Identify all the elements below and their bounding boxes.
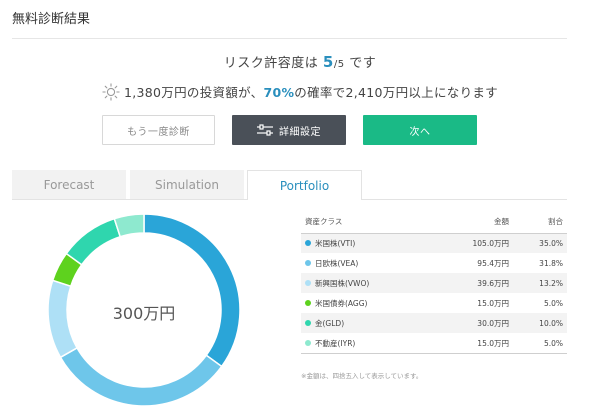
asset-ratio: 5.0% <box>543 338 563 348</box>
asset-ratio: 10.0% <box>513 313 567 333</box>
risk-tolerance-line: リスク許容度は 5/5 です <box>0 52 600 71</box>
legend-dot <box>305 239 311 246</box>
asset-name: 米国債券(AGG) <box>315 298 368 308</box>
asset-name-cell: 新興国株(VWO) <box>301 273 451 293</box>
asset-name-cell: 日欧株(VEA) <box>301 253 451 273</box>
asset-ratio: 31.8% <box>539 258 563 268</box>
asset-name: 日欧株(VEA) <box>315 258 359 268</box>
rounding-note: ※金額は、四捨五入して表示しています。 <box>301 372 423 380</box>
legend-dot <box>305 279 311 286</box>
tab-portfolio[interactable]: Portfolio <box>247 170 362 200</box>
asset-amount: 15.0万円 <box>477 338 509 348</box>
asset-name-cell: 米国債券(AGG) <box>301 293 451 313</box>
header-ratio: 割合 <box>513 210 567 234</box>
donut-slice-2 <box>59 346 223 407</box>
summary-probability: 70% <box>263 85 295 100</box>
legend-dot <box>305 299 311 306</box>
tab-simulation[interactable]: Simulation <box>130 170 244 199</box>
risk-suffix: です <box>349 56 377 71</box>
asset-name-cell: 金(GLD) <box>301 313 451 333</box>
sun-icon <box>102 83 120 101</box>
table-row: 日欧株(VEA) 95.4万円 31.8% <box>301 253 567 273</box>
asset-ratio: 13.2% <box>513 273 567 293</box>
table-row: 金(GLD) 30.0万円 10.0% <box>301 313 567 333</box>
forecast-summary: 1,380万円の投資額が、70%の確率で2,410万円以上になります <box>0 82 600 101</box>
page-title: 無料診断結果 <box>12 12 91 27</box>
asset-name: 不動産(IYR) <box>315 338 356 348</box>
donut-center-total: 300万円 <box>112 304 176 323</box>
risk-prefix: リスク許容度は <box>223 56 319 71</box>
table-row: 不動産(IYR) 15.0万円 5.0% <box>301 333 567 353</box>
retake-diagnosis-button[interactable]: もう一度診断 <box>102 115 215 145</box>
header-amount: 金額 <box>451 210 513 234</box>
summary-target-text: の確率で2,410万円以上になります <box>294 85 498 100</box>
retake-diagnosis-label: もう一度診断 <box>127 126 190 138</box>
allocation-table: 資産クラス 金額 割合 米国株(VTI) 105.0万円 35.0% 日欧株(V… <box>301 210 567 353</box>
title-divider <box>12 38 567 39</box>
legend-dot <box>305 259 311 266</box>
tab-forecast[interactable]: Forecast <box>12 170 126 199</box>
asset-ratio: 35.0% <box>513 233 567 253</box>
next-button[interactable]: 次へ <box>363 115 477 145</box>
asset-name-cell: 米国株(VTI) <box>301 233 451 253</box>
risk-denominator: /5 <box>333 59 345 70</box>
legend-dot <box>305 339 311 346</box>
header-asset-class: 資産クラス <box>301 210 451 234</box>
table-row: 米国債券(AGG) 15.0万円 5.0% <box>301 293 567 313</box>
next-label: 次へ <box>409 126 431 138</box>
asset-amount: 105.0万円 <box>451 233 513 253</box>
asset-name: 金(GLD) <box>315 318 345 328</box>
asset-amount: 30.0万円 <box>451 313 513 333</box>
asset-amount: 39.6万円 <box>451 273 513 293</box>
table-row: 新興国株(VWO) 39.6万円 13.2% <box>301 273 567 293</box>
sliders-icon <box>257 124 273 136</box>
detail-settings-button[interactable]: 詳細設定 <box>232 115 346 145</box>
detail-settings-label: 詳細設定 <box>279 126 321 138</box>
asset-name-cell: 不動産(IYR) <box>301 333 451 353</box>
donut-slice-5 <box>65 217 122 266</box>
donut-slice-1 <box>143 213 241 368</box>
table-row: 米国株(VTI) 105.0万円 35.0% <box>301 233 567 253</box>
legend-dot <box>305 319 311 326</box>
asset-amount: 95.4万円 <box>477 258 509 268</box>
table-header-row: 資産クラス 金額 割合 <box>301 210 567 234</box>
asset-ratio: 5.0% <box>543 298 563 308</box>
asset-name: 米国株(VTI) <box>315 238 356 248</box>
asset-name: 新興国株(VWO) <box>315 278 370 288</box>
asset-amount: 15.0万円 <box>477 298 509 308</box>
donut-slice-6 <box>113 213 145 238</box>
summary-amount-text: 1,380万円の投資額が、 <box>124 85 264 100</box>
risk-value: 5 <box>322 53 334 71</box>
table-bottom-rule <box>301 353 567 354</box>
